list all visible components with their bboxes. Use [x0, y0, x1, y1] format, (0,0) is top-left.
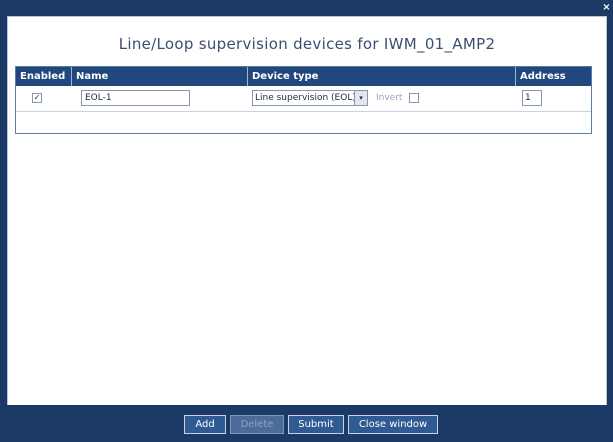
table-header: Enabled Name Device type Address: [16, 67, 591, 86]
device-type-value: Line supervision (EOL): [255, 93, 356, 103]
column-header-name: Name: [72, 67, 248, 86]
delete-button[interactable]: Delete: [230, 415, 284, 434]
footer-bar: Add Delete Submit Close window: [0, 405, 613, 442]
address-input[interactable]: 1: [522, 90, 542, 106]
chevron-down-icon[interactable]: ▾: [354, 91, 367, 105]
close-icon[interactable]: ×: [602, 3, 611, 13]
close-window-button[interactable]: Close window: [348, 415, 438, 434]
submit-button[interactable]: Submit: [288, 415, 344, 434]
column-header-address: Address: [520, 71, 566, 82]
content-panel: Line/Loop supervision devices for IWM_01…: [7, 16, 607, 406]
table-row: ✓ EOL-1 Line supervision (EOL) ▾ Invert …: [16, 86, 591, 112]
enabled-checkbox[interactable]: ✓: [32, 93, 42, 103]
add-button[interactable]: Add: [184, 415, 226, 434]
dialog-window: × Line/Loop supervision devices for IWM_…: [0, 0, 613, 442]
device-type-select[interactable]: Line supervision (EOL) ▾: [252, 90, 368, 106]
invert-label: Invert: [376, 93, 403, 103]
name-input[interactable]: EOL-1: [81, 90, 190, 106]
column-header-device-type: Device type: [248, 67, 516, 86]
dialog-title: Line/Loop supervision devices for IWM_01…: [118, 35, 496, 53]
invert-checkbox[interactable]: [409, 93, 419, 103]
column-header-enabled: Enabled: [16, 67, 72, 86]
devices-table: Enabled Name Device type Address ✓ EOL-1…: [15, 66, 592, 134]
